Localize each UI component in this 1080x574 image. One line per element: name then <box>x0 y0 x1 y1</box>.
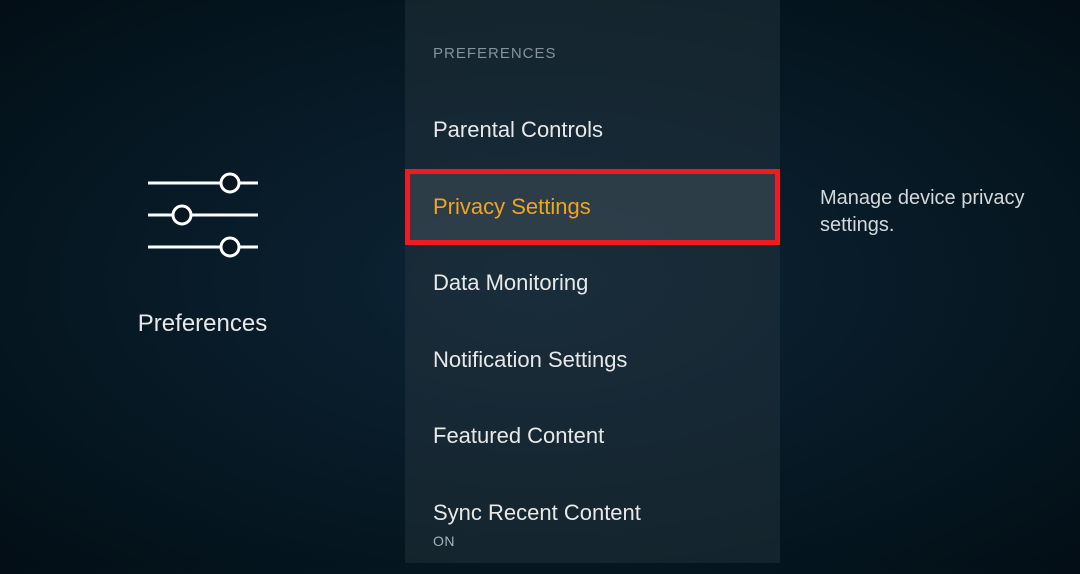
description-panel: Manage device privacy settings. <box>780 0 1080 563</box>
menu-item-featured-content[interactable]: Featured Content <box>405 398 780 475</box>
menu-item-label: Data Monitoring <box>433 270 588 295</box>
menu-item-label: Parental Controls <box>433 117 603 142</box>
menu-item-label: Privacy Settings <box>433 194 591 219</box>
item-description: Manage device privacy settings. <box>820 185 1060 239</box>
preferences-menu: PREFERENCES Parental Controls Privacy Se… <box>405 0 780 563</box>
category-label: Preferences <box>138 310 267 338</box>
menu-item-privacy-settings[interactable]: Privacy Settings <box>405 169 780 246</box>
category-panel: Preferences <box>0 0 405 563</box>
menu-item-label: Featured Content <box>433 423 604 448</box>
menu-item-label: Notification Settings <box>433 347 627 372</box>
menu-item-sync-recent-content[interactable]: Sync Recent Content ON <box>405 475 780 574</box>
menu-item-label: Sync Recent Content <box>433 500 641 525</box>
section-header: PREFERENCES <box>405 45 780 62</box>
menu-item-sub: ON <box>433 532 752 550</box>
menu-item-notification-settings[interactable]: Notification Settings <box>405 322 780 399</box>
menu-item-parental-controls[interactable]: Parental Controls <box>405 92 780 169</box>
sliders-icon <box>138 165 268 270</box>
menu-item-data-monitoring[interactable]: Data Monitoring <box>405 245 780 322</box>
